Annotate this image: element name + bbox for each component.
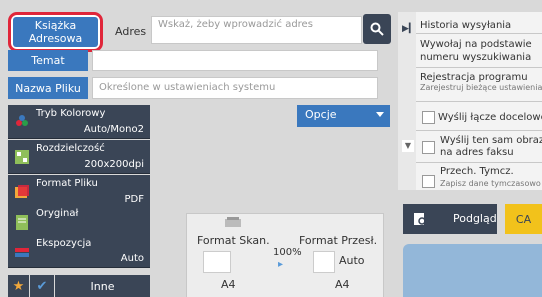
address-book-button-face: Książka Adresowa bbox=[13, 17, 98, 47]
ratio-value: 100% bbox=[273, 247, 302, 258]
scan-paper-value: A4 bbox=[221, 278, 236, 291]
color-mode-label: Tryb Kolorowy bbox=[36, 108, 106, 119]
program-register-item[interactable]: Rejestracja programu Zarejestruj bieżące… bbox=[416, 68, 542, 102]
action-panel: Historia wysyłania Wywołaj na podstawie … bbox=[416, 12, 542, 190]
subject-button[interactable]: Temat bbox=[8, 50, 88, 71]
temp-store-sub: Zapisz dane tymczasowo bbox=[440, 179, 541, 188]
resolution-icon bbox=[15, 150, 29, 164]
original-button[interactable]: Oryginał bbox=[8, 205, 150, 239]
chevron-down-icon bbox=[376, 112, 384, 117]
preview-button[interactable]: Podgląd bbox=[403, 204, 497, 234]
temp-store-item[interactable]: Przech. Tymcz. Zapisz dane tymczasowo bbox=[416, 163, 542, 190]
scan-paper-icon bbox=[203, 251, 231, 273]
options-label: Opcje bbox=[305, 108, 337, 121]
file-format-button[interactable]: Format Pliku PDF bbox=[8, 175, 150, 209]
options-button[interactable]: Opcje bbox=[297, 105, 390, 127]
resolution-button[interactable]: Rozdzielczość 200x200dpi bbox=[8, 140, 150, 174]
check-icon: ✔ bbox=[36, 278, 48, 294]
start-button[interactable] bbox=[403, 244, 542, 297]
program-register-sub: Zarejestruj bieżące ustawienia bbox=[420, 83, 542, 92]
bottom-bar: ★ ✔ Inne bbox=[8, 275, 150, 297]
scanner-icon bbox=[225, 217, 241, 227]
address-book-label: Książka Adresowa bbox=[28, 19, 83, 45]
preview-icon bbox=[414, 213, 426, 225]
filename-input[interactable]: Określone w ustawieniach systemu bbox=[92, 77, 378, 99]
send-same-line2: na adres faksu bbox=[440, 147, 514, 158]
file-format-label: Format Pliku bbox=[36, 178, 98, 189]
color-mode-value: Auto/Mono2 bbox=[83, 124, 144, 135]
size-preview-panel: Format Skan. Format Przesł. 100% ▸ Auto … bbox=[186, 213, 384, 297]
address-label: Adres bbox=[115, 25, 147, 38]
call-search-line1: Wywołaj na podstawie bbox=[420, 39, 532, 50]
original-icon bbox=[16, 215, 28, 230]
subject-input[interactable] bbox=[92, 50, 378, 71]
resolution-label: Rozdzielczość bbox=[36, 143, 105, 154]
send-auto-value: Auto bbox=[339, 254, 365, 267]
star-icon: ★ bbox=[12, 278, 25, 294]
program-register-title: Rejestracja programu bbox=[420, 72, 528, 83]
exposure-value: Auto bbox=[120, 253, 144, 264]
search-icon bbox=[370, 22, 384, 36]
exposure-icon bbox=[15, 248, 29, 257]
history-item[interactable]: Historia wysyłania bbox=[416, 12, 542, 34]
preview-label: Podgląd bbox=[453, 212, 497, 225]
temp-store-title: Przech. Tymcz. bbox=[440, 166, 514, 177]
file-format-value: PDF bbox=[124, 194, 144, 205]
send-link-checkbox[interactable] bbox=[422, 111, 435, 124]
collapse-panel-icon[interactable]: ▶▎ bbox=[402, 24, 416, 34]
exposure-label: Ekspozycja bbox=[36, 238, 92, 249]
scan-size-label: Format Skan. bbox=[197, 234, 270, 247]
temp-store-checkbox[interactable] bbox=[422, 175, 435, 188]
send-link-item[interactable]: Wyślij łącze docelowe bbox=[416, 102, 542, 131]
panel-toggle-column: ▶▎ ▼ bbox=[398, 12, 416, 190]
address-input[interactable]: Wskaż, żeby wprowadzić adres bbox=[151, 16, 362, 44]
others-button[interactable]: Inne bbox=[55, 275, 150, 297]
scroll-down-icon[interactable]: ▼ bbox=[402, 140, 414, 152]
send-same-line1: Wyślij ten sam obraz bbox=[440, 135, 542, 146]
send-paper-icon bbox=[313, 251, 335, 273]
confirm-button[interactable]: ✔ bbox=[30, 275, 54, 297]
search-button[interactable] bbox=[363, 14, 391, 44]
send-size-label: Format Przesł. bbox=[299, 234, 378, 247]
file-format-icon bbox=[15, 185, 29, 198]
clear-all-label: CA bbox=[515, 212, 532, 226]
send-same-fax-checkbox[interactable] bbox=[422, 141, 435, 154]
others-label: Inne bbox=[90, 279, 115, 293]
address-book-button[interactable]: Książka Adresowa bbox=[8, 12, 103, 52]
arrow-right-icon: ▸ bbox=[278, 259, 284, 270]
color-mode-icon bbox=[16, 115, 28, 126]
call-by-search-number-item[interactable]: Wywołaj na podstawie numeru wyszukiwania bbox=[416, 34, 542, 68]
send-paper-value: A4 bbox=[335, 278, 350, 291]
resolution-value: 200x200dpi bbox=[84, 159, 144, 170]
original-label: Oryginał bbox=[36, 208, 79, 219]
call-search-line2: numeru wyszukiwania bbox=[420, 52, 532, 63]
send-same-fax-item[interactable]: Wyślij ten sam obraz na adres faksu bbox=[416, 131, 542, 163]
send-link-label: Wyślij łącze docelowe bbox=[438, 112, 542, 123]
filename-button[interactable]: Nazwa Pliku bbox=[8, 77, 88, 99]
clear-all-button[interactable]: CA bbox=[505, 204, 542, 234]
color-mode-button[interactable]: Tryb Kolorowy Auto/Mono2 bbox=[8, 105, 150, 139]
favorite-button[interactable]: ★ bbox=[8, 275, 29, 297]
exposure-button[interactable]: Ekspozycja Auto bbox=[8, 235, 150, 268]
